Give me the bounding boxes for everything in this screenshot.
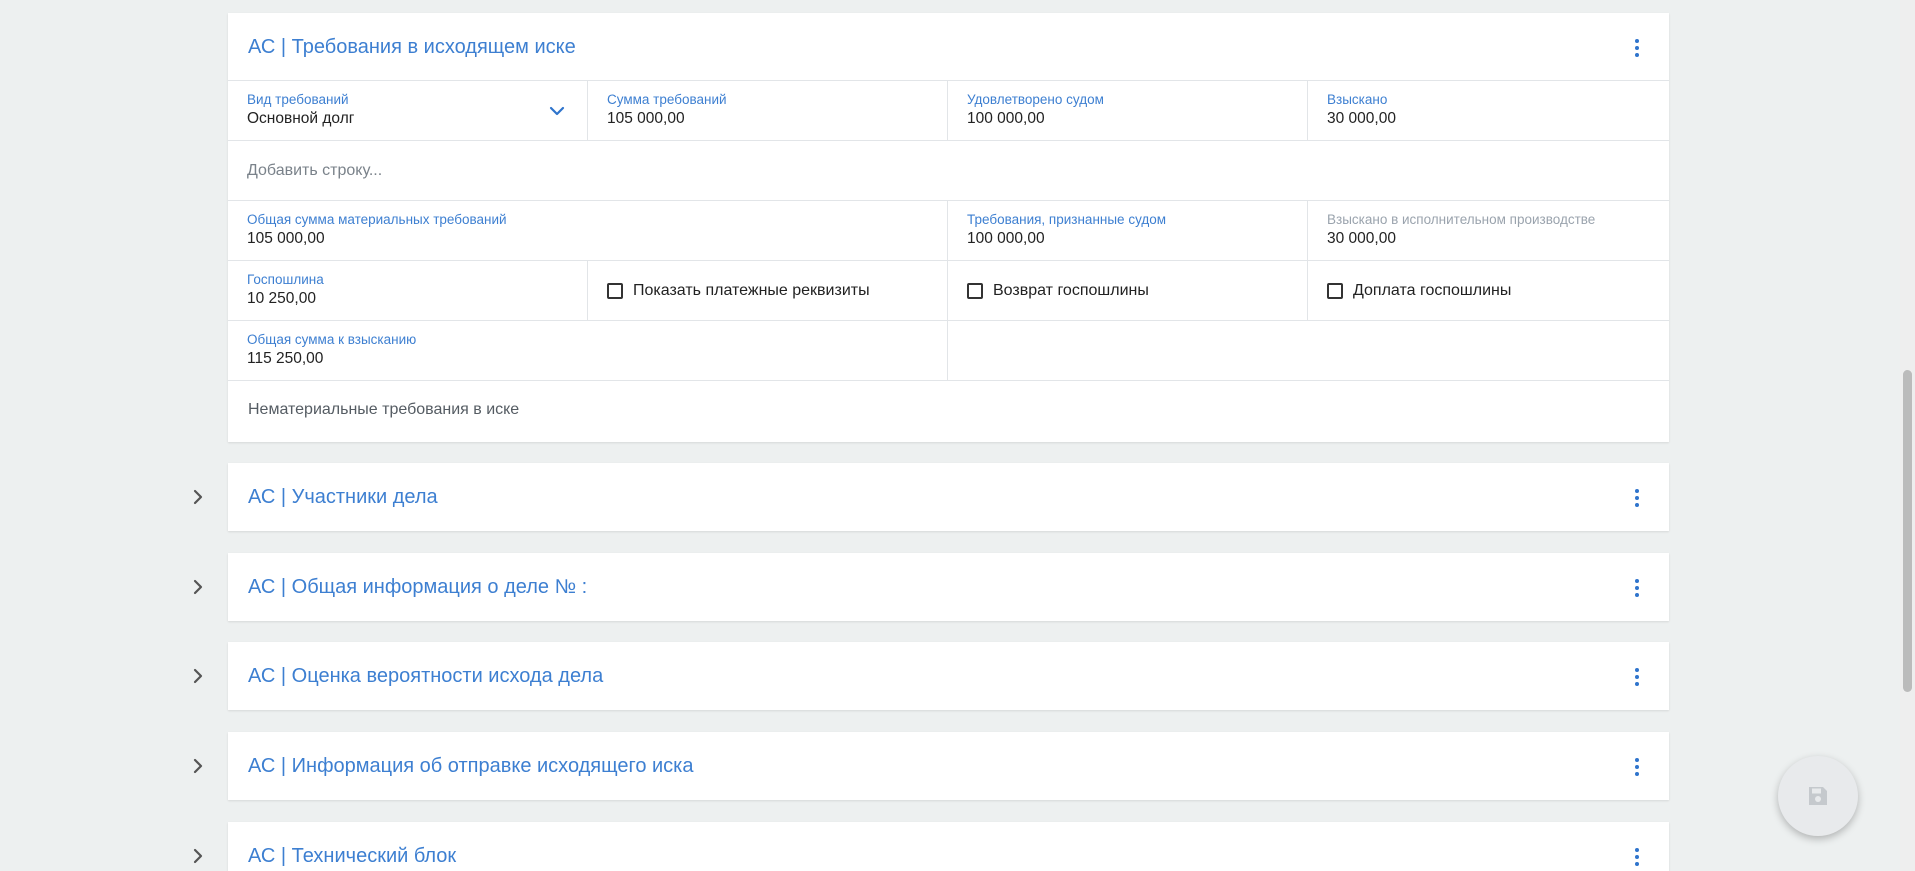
chevron-right-icon[interactable] [188,666,208,686]
claim-amount-label: Сумма требований [607,92,727,107]
total-material-value: 105 000,00 [247,230,325,247]
nonmaterial-label[interactable]: Нематериальные требования в иске [228,381,1669,439]
empty-cell [948,321,1668,380]
claim-type-value: Основной долг [247,110,355,127]
chevron-down-icon[interactable] [547,101,567,121]
total-recovery-row: Общая сумма к взысканию 115 250,00 [228,321,1669,381]
section-general-info[interactable]: АС | Общая информация о деле № : [228,553,1669,621]
recognized-field[interactable]: Требования, признанные судом 100 000,00 [948,201,1308,260]
total-recovery-label: Общая сумма к взысканию [247,332,417,347]
more-vertical-icon[interactable] [1627,575,1647,601]
totals-row: Общая сумма материальных требований 105 … [228,201,1669,261]
total-recovery-field[interactable]: Общая сумма к взысканию 115 250,00 [228,321,948,380]
nonmaterial-row[interactable]: Нематериальные требования в иске [228,381,1669,439]
more-vertical-icon[interactable] [1627,754,1647,780]
scrollbar-thumb[interactable] [1903,370,1912,692]
enforcement-field: Взыскано в исполнительном производстве 3… [1308,201,1669,260]
save-icon [1809,787,1827,805]
fee-surcharge-label[interactable]: Доплата госпошлины [1353,282,1511,300]
recognized-label: Требования, признанные судом [967,212,1167,227]
chevron-right-icon[interactable] [188,577,208,597]
total-material-field[interactable]: Общая сумма материальных требований 105 … [228,201,948,260]
section-title[interactable]: АС | Технический блок [248,845,456,868]
claims-card-header: АС | Требования в исходящем иске [228,13,1669,81]
add-row[interactable]: Добавить строку... [228,141,1669,201]
fee-return-checkbox-cell[interactable]: Возврат госпошлины [948,261,1308,320]
enforcement-value: 30 000,00 [1327,230,1396,247]
more-vertical-icon[interactable] [1627,664,1647,690]
total-recovery-value: 115 250,00 [247,350,324,367]
more-vertical-icon[interactable] [1627,844,1647,870]
chevron-right-icon[interactable] [188,487,208,507]
satisfied-field[interactable]: Удовлетворено судом 100 000,00 [948,81,1308,140]
recovered-label: Взыскано [1327,92,1388,107]
chevron-right-icon[interactable] [188,846,208,866]
fee-field[interactable]: Госпошлина 10 250,00 [228,261,588,320]
claim-type-select[interactable]: Вид требований Основной долг [228,81,588,140]
fee-return-label[interactable]: Возврат госпошлины [993,282,1149,300]
section-title[interactable]: АС | Общая информация о деле № : [248,576,587,599]
section-title[interactable]: АС | Информация об отправке исходящего и… [248,755,694,778]
more-vertical-icon[interactable] [1627,485,1647,511]
fee-surcharge-checkbox[interactable] [1327,282,1343,299]
fee-surcharge-checkbox-cell[interactable]: Доплата госпошлины [1308,261,1669,320]
section-title[interactable]: АС | Участники дела [248,486,438,509]
section-participants[interactable]: АС | Участники дела [228,463,1669,531]
section-technical[interactable]: АС | Технический блок [228,822,1669,871]
recovered-value: 30 000,00 [1327,110,1396,127]
claim-type-label: Вид требований [247,92,349,107]
recovered-field[interactable]: Взыскано 30 000,00 [1308,81,1669,140]
satisfied-label: Удовлетворено судом [967,92,1104,107]
show-payment-checkbox[interactable] [607,282,623,299]
add-row-link[interactable]: Добавить строку... [228,141,401,200]
fee-row: Госпошлина 10 250,00 Показать платежные … [228,261,1669,321]
section-title[interactable]: АС | Оценка вероятности исхода дела [248,665,603,688]
fee-label: Госпошлина [247,272,324,287]
claim-amount-value: 105 000,00 [607,110,685,127]
claims-card-title: АС | Требования в исходящем иске [248,36,576,58]
show-payment-checkbox-cell[interactable]: Показать платежные реквизиты [588,261,948,320]
section-sending-info[interactable]: АС | Информация об отправке исходящего и… [228,732,1669,800]
claim-row: Вид требований Основной долг Сумма требо… [228,81,1669,141]
enforcement-label: Взыскано в исполнительном производстве [1327,212,1596,227]
fee-value: 10 250,00 [247,290,316,307]
show-payment-label[interactable]: Показать платежные реквизиты [633,282,870,300]
total-material-label: Общая сумма материальных требований [247,212,507,227]
section-outcome-probability[interactable]: АС | Оценка вероятности исхода дела [228,642,1669,710]
fee-return-checkbox[interactable] [967,282,983,299]
claims-card: АС | Требования в исходящем иске Вид тре… [228,13,1669,442]
chevron-right-icon[interactable] [188,756,208,776]
more-vertical-icon[interactable] [1627,35,1647,61]
save-button[interactable] [1778,756,1858,836]
satisfied-value: 100 000,00 [967,110,1045,127]
scrollbar-track[interactable] [1900,0,1915,871]
recognized-value: 100 000,00 [967,230,1045,247]
claim-amount-field[interactable]: Сумма требований 105 000,00 [588,81,948,140]
